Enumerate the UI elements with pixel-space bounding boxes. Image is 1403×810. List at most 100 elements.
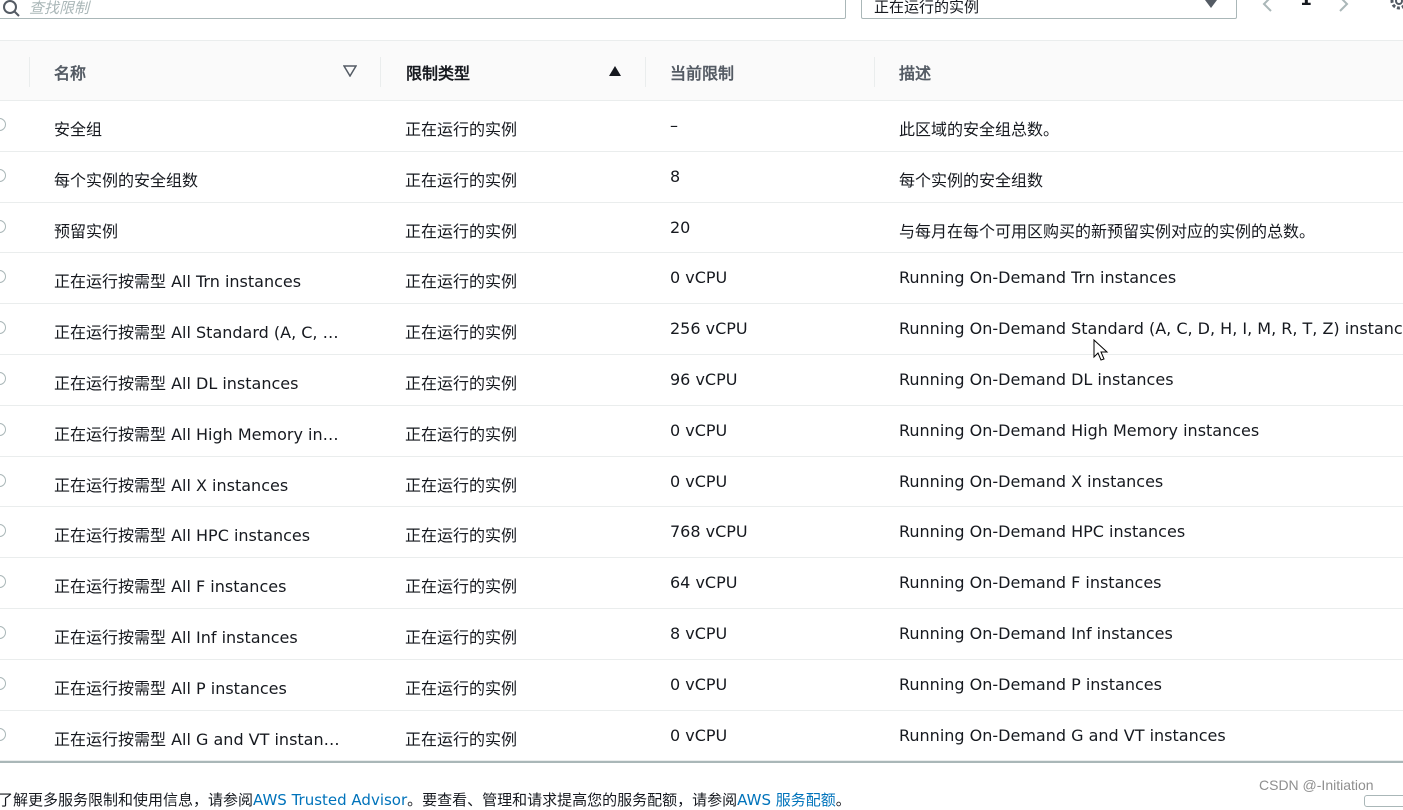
table-row[interactable]: 正在运行按需型 All High Memory in… 正在运行的实例 0 vCPU…: [0, 406, 1403, 457]
column-header-name[interactable]: 名称: [54, 60, 86, 84]
footer-text-part: 了解更多服务限制和使用信息，请参阅: [0, 791, 254, 809]
cell-limit-type: 正在运行的实例: [405, 373, 518, 393]
row-select-radio[interactable]: [0, 625, 6, 639]
row-select-radio[interactable]: [0, 219, 6, 233]
trusted-advisor-link[interactable]: AWS Trusted Advisor: [253, 791, 407, 809]
cell-description: Running On-Demand X instances: [899, 471, 1164, 491]
row-select-radio[interactable]: [0, 321, 6, 335]
table-header: 名称 限制类型 当前限制 描述: [0, 40, 1403, 101]
cell-limit-type: 正在运行的实例: [405, 627, 518, 647]
table-row[interactable]: 正在运行按需型 All HPC instances 正在运行的实例 768 vCPU…: [0, 507, 1403, 559]
cell-description: Running On-Demand Standard (A, C, D, H, …: [899, 319, 1403, 339]
cell-name: 正在运行按需型 All HPC instances: [54, 526, 311, 546]
column-divider: [645, 57, 646, 87]
sort-ascending-icon[interactable]: [608, 65, 622, 77]
row-select-radio[interactable]: [0, 168, 6, 182]
scrollbar-handle[interactable]: [1364, 795, 1403, 807]
cell-description: Running On-Demand P instances: [899, 674, 1162, 694]
cell-limit-type: 正在运行的实例: [405, 170, 518, 190]
cell-current-limit: 0 vCPU: [670, 420, 728, 440]
cell-limit-type: 正在运行的实例: [405, 424, 518, 444]
cell-name: 正在运行按需型 All G and VT instan…: [54, 729, 340, 749]
watermark: CSDN @-Initiation: [1259, 777, 1374, 793]
cell-current-limit: 96 vCPU: [670, 369, 738, 389]
cell-name: 正在运行按需型 All High Memory in…: [54, 424, 339, 444]
cell-name: 正在运行按需型 All X instances: [54, 475, 289, 495]
table-row[interactable]: 正在运行按需型 All X instances 正在运行的实例 0 vCPU Runn…: [0, 457, 1403, 508]
table-row[interactable]: 预留实例 正在运行的实例 20 与每月在每个可用区购买的新预留实例对应的实例的总数。: [0, 203, 1403, 254]
cell-current-limit: 0 vCPU: [670, 725, 728, 745]
table-row[interactable]: 安全组 正在运行的实例 – 此区域的安全组总数。: [0, 101, 1403, 152]
mouse-cursor-icon: [1093, 339, 1109, 361]
gear-icon[interactable]: [1388, 0, 1403, 12]
cell-name: 预留实例: [54, 221, 119, 241]
row-select-radio[interactable]: [0, 575, 6, 589]
column-header-current-limit[interactable]: 当前限制: [670, 60, 734, 84]
cell-name: 正在运行按需型 All F instances: [54, 577, 287, 597]
cell-name: 正在运行按需型 All Inf instances: [54, 627, 298, 647]
table-row[interactable]: 正在运行按需型 All G and VT instan… 正在运行的实例 0 vCP…: [0, 711, 1403, 762]
cell-description: Running On-Demand High Memory instances: [899, 420, 1260, 440]
row-select-radio[interactable]: [0, 727, 6, 741]
row-select-radio[interactable]: [0, 371, 6, 385]
table-row[interactable]: 正在运行按需型 All Standard (A, C, … 正在运行的实例 256 …: [0, 304, 1403, 355]
cell-limit-type: 正在运行的实例: [405, 577, 518, 597]
service-quotas-link[interactable]: AWS 服务配额: [737, 791, 836, 809]
cell-limit-type: 正在运行的实例: [405, 221, 518, 241]
cell-description: Running On-Demand Trn instances: [899, 268, 1177, 288]
cell-current-limit: 256 vCPU: [670, 319, 748, 339]
column-header-limit-type[interactable]: 限制类型: [406, 60, 470, 84]
filter-selected-value: 正在运行的实例: [874, 0, 980, 16]
column-header-description[interactable]: 描述: [899, 60, 931, 84]
row-select-radio[interactable]: [0, 676, 6, 690]
cell-name: 正在运行按需型 All P instances: [54, 678, 287, 698]
cell-current-limit: 768 vCPU: [670, 522, 748, 542]
column-divider: [29, 57, 30, 87]
sort-descending-outline-icon[interactable]: [343, 65, 357, 77]
footer-text: 了解更多服务限制和使用信息，请参阅AWS Trusted Advisor。要查看…: [0, 789, 851, 810]
search-box[interactable]: [0, 0, 846, 19]
cell-current-limit: 0 vCPU: [670, 471, 728, 491]
cell-description: Running On-Demand G and VT instances: [899, 725, 1226, 745]
next-page-icon[interactable]: [1333, 0, 1353, 14]
cell-limit-type: 正在运行的实例: [405, 323, 518, 343]
cell-limit-type: 正在运行的实例: [405, 526, 518, 546]
cell-name: 每个实例的安全组数: [54, 170, 199, 190]
column-divider: [874, 57, 875, 87]
table-row[interactable]: 正在运行按需型 All Trn instances 正在运行的实例 0 vCPU Ru…: [0, 253, 1403, 305]
cell-description: 与每月在每个可用区购买的新预留实例对应的实例的总数。: [899, 221, 1316, 241]
cell-limit-type: 正在运行的实例: [405, 272, 518, 292]
row-select-radio[interactable]: [0, 473, 6, 487]
cell-description: Running On-Demand Inf instances: [899, 623, 1173, 643]
cell-name: 正在运行按需型 All Trn instances: [54, 272, 302, 292]
cell-description: 此区域的安全组总数。: [899, 120, 1060, 139]
table-row[interactable]: 正在运行按需型 All DL instances 正在运行的实例 96 vCPU Ru…: [0, 355, 1403, 406]
column-divider: [380, 57, 381, 87]
limit-type-filter-select[interactable]: 正在运行的实例: [861, 0, 1237, 19]
cell-name: 安全组: [54, 120, 103, 139]
footer-text-part: 。要查看、管理和请求提高您的服务配额，请参阅: [407, 791, 738, 809]
table-row[interactable]: 正在运行按需型 All F instances 正在运行的实例 64 vCPU Run…: [0, 558, 1403, 609]
cell-description: Running On-Demand F instances: [899, 573, 1162, 593]
search-icon: [3, 0, 20, 17]
cell-current-limit: –: [670, 116, 678, 135]
table-row[interactable]: 正在运行按需型 All P instances 正在运行的实例 0 vCPU Runn…: [0, 660, 1403, 711]
cell-description: Running On-Demand HPC instances: [899, 522, 1186, 542]
cell-limit-type: 正在运行的实例: [405, 120, 518, 139]
footer-info: 了解更多服务限制和使用信息，请参阅AWS Trusted Advisor。要查看…: [0, 761, 1403, 809]
previous-page-icon[interactable]: [1258, 0, 1278, 14]
table-row[interactable]: 每个实例的安全组数 正在运行的实例 8 每个实例的安全组数: [0, 152, 1403, 203]
row-select-radio[interactable]: [0, 524, 6, 538]
footer-text-part: 。: [835, 791, 851, 809]
cell-current-limit: 20: [670, 217, 691, 237]
table-toolbar: 正在运行的实例 1: [0, 0, 1403, 40]
search-input[interactable]: [29, 0, 819, 19]
table-row[interactable]: 正在运行按需型 All Inf instances 正在运行的实例 8 vCPU Ru…: [0, 609, 1403, 660]
cell-name: 正在运行按需型 All DL instances: [54, 373, 299, 393]
cell-limit-type: 正在运行的实例: [405, 729, 518, 749]
row-select-radio[interactable]: [0, 270, 6, 284]
current-page-number[interactable]: 1: [1300, 0, 1312, 10]
row-select-radio[interactable]: [0, 422, 6, 436]
cell-limit-type: 正在运行的实例: [405, 678, 518, 698]
row-select-radio[interactable]: [0, 118, 6, 131]
